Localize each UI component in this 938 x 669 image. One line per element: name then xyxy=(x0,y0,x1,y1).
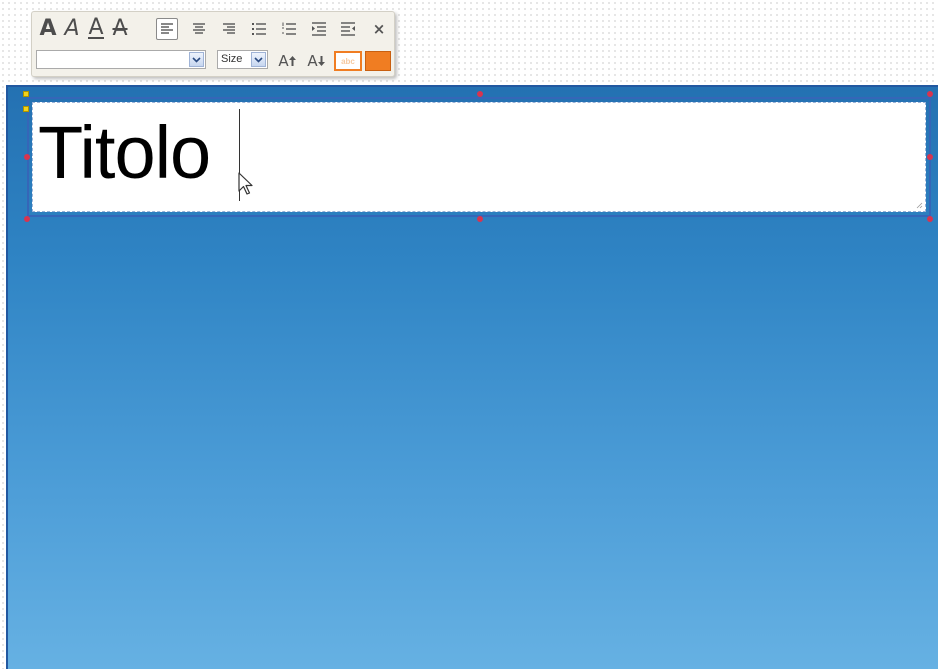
arrow-up-icon xyxy=(288,56,296,66)
font-color-button[interactable] xyxy=(365,51,391,71)
italic-button[interactable]: A xyxy=(60,17,84,41)
underline-button[interactable]: A xyxy=(84,17,108,41)
numbered-list-button[interactable] xyxy=(278,18,300,40)
chevron-down-icon xyxy=(192,56,201,63)
grow-font-icon: A xyxy=(278,52,289,70)
shrink-font-icon: A xyxy=(307,52,318,70)
align-center-button[interactable] xyxy=(188,18,210,40)
grow-font-button[interactable]: A xyxy=(275,51,299,71)
handle-bottom-left[interactable] xyxy=(24,216,30,222)
close-toolbar-button[interactable]: × xyxy=(371,19,387,39)
align-left-icon xyxy=(161,23,173,34)
highlight-icon: abc xyxy=(341,56,355,66)
handle-top-center[interactable] xyxy=(477,91,483,97)
mouse-pointer-icon xyxy=(238,172,253,195)
size-dropdown-button[interactable] xyxy=(251,52,266,67)
strikethrough-button[interactable]: A xyxy=(108,17,132,41)
handle-middle-right[interactable] xyxy=(927,154,933,160)
increase-indent-button[interactable] xyxy=(308,18,330,40)
align-right-icon xyxy=(223,23,235,34)
close-icon: × xyxy=(372,20,386,38)
shrink-font-button[interactable]: A xyxy=(304,51,328,71)
align-center-icon xyxy=(193,23,205,34)
handle-bottom-center[interactable] xyxy=(477,216,483,222)
chevron-down-icon xyxy=(254,56,263,63)
increase-indent-icon xyxy=(312,22,326,36)
highlight-button[interactable]: abc xyxy=(334,51,362,71)
font-size-value: Size xyxy=(221,53,243,65)
handle-top-right[interactable] xyxy=(927,91,933,97)
adjust-handle-bottom[interactable] xyxy=(23,106,29,112)
decrease-indent-icon xyxy=(341,22,355,36)
font-dropdown-button[interactable] xyxy=(189,52,204,67)
title-placeholder[interactable]: Titolo xyxy=(27,97,931,217)
bullet-list-icon xyxy=(252,23,266,35)
slide-canvas: Titolo xyxy=(6,85,938,669)
bold-button[interactable]: A xyxy=(36,17,60,41)
handle-middle-left[interactable] xyxy=(24,154,30,160)
adjust-handle-top[interactable] xyxy=(23,91,29,97)
resize-grip-icon[interactable] xyxy=(915,201,923,209)
decrease-indent-button[interactable] xyxy=(337,18,359,40)
handle-bottom-right[interactable] xyxy=(927,216,933,222)
arrow-down-icon xyxy=(317,56,325,66)
numbered-list-icon xyxy=(282,22,296,35)
align-left-button[interactable] xyxy=(156,18,178,40)
text-format-toolbar: A A A A × Size A A abc xyxy=(31,11,395,77)
align-right-button[interactable] xyxy=(218,18,240,40)
bullet-list-button[interactable] xyxy=(248,18,270,40)
title-text-area[interactable]: Titolo xyxy=(32,102,926,212)
font-size-select[interactable]: Size xyxy=(217,50,268,69)
slide-title[interactable]: Titolo xyxy=(38,105,211,201)
font-family-select[interactable] xyxy=(36,50,206,69)
